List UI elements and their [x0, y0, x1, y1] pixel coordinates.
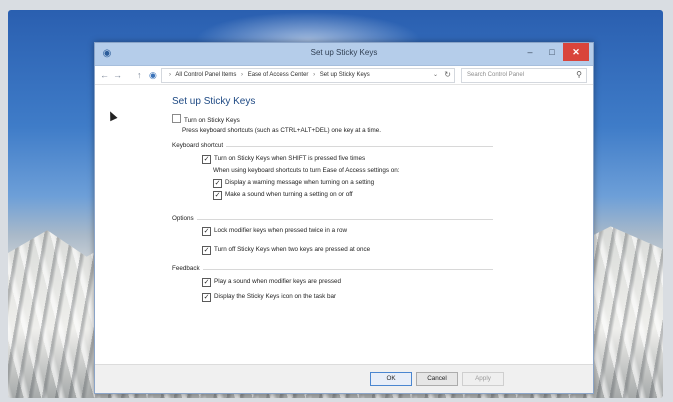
- close-button[interactable]: ✕: [563, 43, 589, 61]
- check-mark-icon[interactable]: ✓: [202, 293, 211, 302]
- control-panel-window: ◉ Set up Sticky Keys – □ ✕ ← → ↑ ◉ › All…: [94, 42, 594, 394]
- lock-modifier-label: Lock modifier keys when pressed twice in…: [214, 227, 347, 234]
- refresh-icon[interactable]: ↻: [444, 69, 451, 81]
- ok-button[interactable]: OK: [370, 372, 412, 386]
- check-mark-icon[interactable]: ✓: [202, 155, 211, 164]
- breadcrumb-separator: ›: [313, 72, 316, 78]
- breadcrumb-separator: ›: [241, 72, 244, 78]
- turn-on-sticky-keys-option[interactable]: Turn on Sticky Keys: [172, 114, 240, 125]
- keyboard-shortcut-section: Keyboard shortcut: [172, 141, 493, 150]
- breadcrumb-ease-of-access-center[interactable]: Ease of Access Center: [248, 72, 309, 78]
- shift-five-times-option[interactable]: ✓ Turn on Sticky Keys when SHIFT is press…: [202, 154, 365, 164]
- check-mark-icon[interactable]: ✓: [213, 191, 222, 200]
- lock-modifier-option[interactable]: ✓ Lock modifier keys when pressed twice i…: [202, 226, 347, 236]
- control-panel-globe-icon: ◉: [149, 70, 157, 80]
- up-arrow-icon[interactable]: ↑: [137, 69, 142, 81]
- maximize-button[interactable]: □: [541, 43, 563, 61]
- forward-arrow-icon[interactable]: →: [113, 69, 122, 81]
- taskbar-icon-option[interactable]: ✓ Display the Sticky Keys icon on the tas…: [202, 292, 336, 302]
- turn-off-two-keys-label: Turn off Sticky Keys when two keys are p…: [214, 246, 371, 253]
- check-mark-icon[interactable]: ✓: [202, 246, 211, 255]
- title-bar[interactable]: ◉ Set up Sticky Keys – □ ✕: [95, 43, 593, 66]
- play-sound-label: Play a sound when modifier keys are pres…: [214, 278, 342, 285]
- options-heading: Options: [172, 214, 197, 223]
- check-mark-icon[interactable]: ✓: [202, 227, 211, 236]
- make-sound-option[interactable]: ✓ Make a sound when turning a setting on …: [213, 190, 353, 200]
- address-bar[interactable]: › All Control Panel Items › Ease of Acce…: [161, 68, 455, 83]
- settings-content: Set up Sticky Keys Turn on Sticky Keys P…: [95, 85, 593, 365]
- check-mark-icon[interactable]: ✓: [202, 278, 211, 287]
- search-input[interactable]: Search Control Panel ⚲: [461, 68, 587, 83]
- section-divider: [172, 219, 493, 220]
- options-section: Options: [172, 214, 493, 223]
- breadcrumb: › All Control Panel Items › Ease of Acce…: [166, 70, 370, 81]
- desktop-background: ◉ Set up Sticky Keys – □ ✕ ← → ↑ ◉ › All…: [8, 10, 663, 398]
- page-title: Set up Sticky Keys: [172, 96, 256, 107]
- make-sound-label: Make a sound when turning a setting on o…: [225, 191, 353, 198]
- breadcrumb-set-up-sticky-keys[interactable]: Set up Sticky Keys: [320, 72, 370, 78]
- breadcrumb-all-control-panel-items[interactable]: All Control Panel Items: [175, 72, 236, 78]
- navigation-row: ← → ↑ ◉ › All Control Panel Items › Ease…: [95, 66, 593, 85]
- keyboard-shortcut-heading: Keyboard shortcut: [172, 141, 227, 150]
- turn-off-two-keys-option[interactable]: ✓ Turn off Sticky Keys when two keys are …: [202, 245, 370, 255]
- minimize-button[interactable]: –: [519, 43, 541, 61]
- taskbar-icon-label: Display the Sticky Keys icon on the task…: [214, 293, 337, 300]
- search-icon[interactable]: ⚲: [576, 69, 582, 81]
- play-sound-option[interactable]: ✓ Play a sound when modifier keys are pre…: [202, 277, 341, 287]
- warning-message-label: Display a warning message when turning o…: [225, 179, 375, 186]
- breadcrumb-separator: ›: [169, 72, 171, 78]
- cancel-button[interactable]: Cancel: [416, 372, 458, 386]
- turn-on-description: Press keyboard shortcuts (such as CTRL+A…: [182, 127, 382, 134]
- section-divider: [172, 269, 493, 270]
- back-arrow-icon[interactable]: ←: [100, 69, 109, 81]
- dialog-footer: OK Cancel Apply: [95, 364, 593, 393]
- search-placeholder: Search Control Panel: [467, 72, 525, 78]
- feedback-section: Feedback: [172, 264, 493, 273]
- apply-button[interactable]: Apply: [462, 372, 504, 386]
- warning-message-option[interactable]: ✓ Display a warning message when turning …: [213, 178, 374, 188]
- chevron-down-icon[interactable]: ⌄: [433, 70, 438, 81]
- turn-on-sticky-keys-label: Turn on Sticky Keys: [184, 117, 240, 124]
- turn-on-sticky-keys-checkbox[interactable]: [172, 114, 181, 123]
- shortcut-subtext: When using keyboard shortcuts to turn Ea…: [213, 167, 400, 174]
- shift-five-times-label: Turn on Sticky Keys when SHIFT is presse…: [214, 155, 366, 162]
- check-mark-icon[interactable]: ✓: [213, 179, 222, 188]
- feedback-heading: Feedback: [172, 264, 203, 273]
